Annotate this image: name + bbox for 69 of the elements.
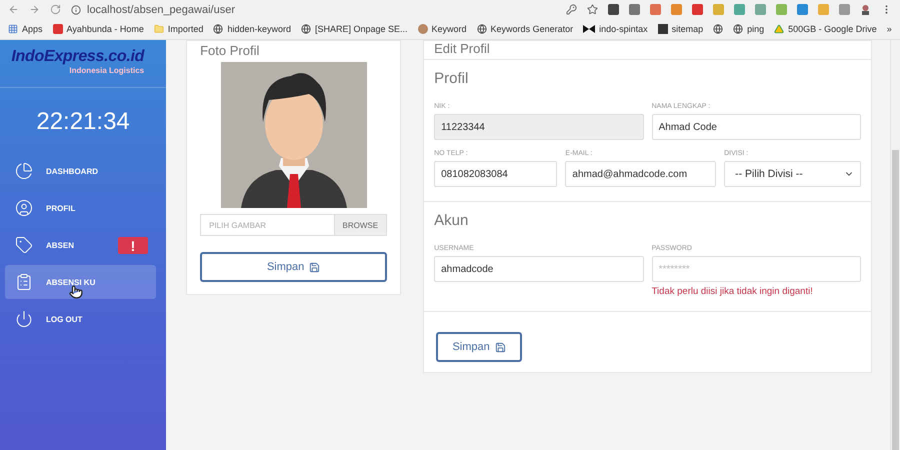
text-field[interactable]: ahmadcode <box>434 256 644 282</box>
bookmark[interactable]: Keyword <box>432 24 467 34</box>
bookmark[interactable]: Ayahbunda - Home <box>66 24 144 34</box>
reload-icon[interactable] <box>50 4 61 15</box>
save-button[interactable]: Simpan <box>436 332 522 362</box>
bookmark[interactable]: Keywords Generator <box>490 24 574 34</box>
globe-icon <box>213 24 224 34</box>
bowtie-icon <box>583 25 596 33</box>
key-icon[interactable] <box>566 4 577 15</box>
address-bar[interactable]: localhost/absen_pegawai/user <box>87 4 235 16</box>
hand-pointer-icon <box>69 285 83 299</box>
alert-badge: ! <box>118 237 148 254</box>
star-icon[interactable] <box>587 4 598 15</box>
scrollbar-thumb[interactable] <box>892 150 899 450</box>
bookmark[interactable]: 500GB - Google Drive <box>788 24 877 34</box>
card-title: Edit Profil <box>434 41 490 56</box>
info-icon <box>71 4 81 14</box>
globe-icon <box>713 24 724 34</box>
bookmark[interactable]: ping <box>747 24 764 34</box>
forward-icon[interactable] <box>29 4 40 15</box>
text-field[interactable]: ahmad@ahmadcode.com <box>565 161 716 187</box>
profile-icon[interactable] <box>860 4 871 15</box>
select-field[interactable]: -- Pilih Divisi -- <box>724 161 862 187</box>
folder-icon <box>154 24 164 34</box>
apps-icon <box>8 24 18 34</box>
user-icon <box>15 199 33 217</box>
avatar-icon <box>418 24 428 34</box>
extension-icon[interactable] <box>797 4 808 15</box>
bookmark[interactable]: indo-spintax <box>599 24 648 34</box>
file-field[interactable]: PILIH GAMBAR BROWSE <box>200 214 388 236</box>
save-icon <box>494 342 506 352</box>
back-icon[interactable] <box>8 4 19 15</box>
extension-icon[interactable] <box>629 4 640 15</box>
bookmark-icon <box>658 24 668 34</box>
clipboard-icon <box>15 273 33 291</box>
text-field[interactable]: Ahmad Code <box>652 114 862 140</box>
logo-tagline: Indonesia Logistics <box>69 66 144 75</box>
save-button[interactable]: Simpan <box>200 252 388 282</box>
logo-icon <box>52 24 63 34</box>
globe-icon <box>733 24 744 34</box>
bookmark[interactable]: hidden-keyword <box>227 24 291 34</box>
nav-item[interactable]: ABSEN ! <box>5 228 156 262</box>
section-title: Akun <box>434 212 470 229</box>
drive-icon <box>774 24 784 34</box>
bookmark[interactable]: [SHARE] Onpage SE... <box>314 24 408 34</box>
password-field[interactable]: ******** <box>652 256 862 282</box>
save-icon <box>309 262 320 272</box>
globe-icon <box>476 24 487 34</box>
nav-item[interactable]: LOG OUT <box>5 302 156 336</box>
section-title: Profil <box>434 70 470 87</box>
card-title: Foto Profil <box>200 42 260 60</box>
pie-chart-icon <box>15 162 33 180</box>
field-hint: Tidak perlu diisi jika tidak ingin diganti! <box>652 286 814 297</box>
tag-icon <box>15 236 33 254</box>
browse-button[interactable]: BROWSE <box>334 215 386 235</box>
globe-icon <box>300 24 311 34</box>
clock: 22:21:34 <box>35 107 131 137</box>
text-field[interactable]: 081082083084 <box>434 161 558 187</box>
bookmark[interactable]: Imported <box>168 24 204 34</box>
extension-icon[interactable] <box>692 4 703 15</box>
bookmark[interactable]: Apps <box>22 24 43 34</box>
nav-item[interactable]: ABSENSI KU <box>5 265 156 299</box>
nav-item[interactable]: DASHBOARD <box>5 154 156 188</box>
bookmark[interactable]: sitemap <box>672 24 704 34</box>
extension-icon[interactable] <box>608 4 619 15</box>
more-bookmarks[interactable]: » <box>886 24 892 34</box>
logo: IndoExpress.co.id <box>11 48 144 66</box>
power-icon <box>15 310 33 328</box>
nav-item[interactable]: PROFIL <box>5 191 156 225</box>
